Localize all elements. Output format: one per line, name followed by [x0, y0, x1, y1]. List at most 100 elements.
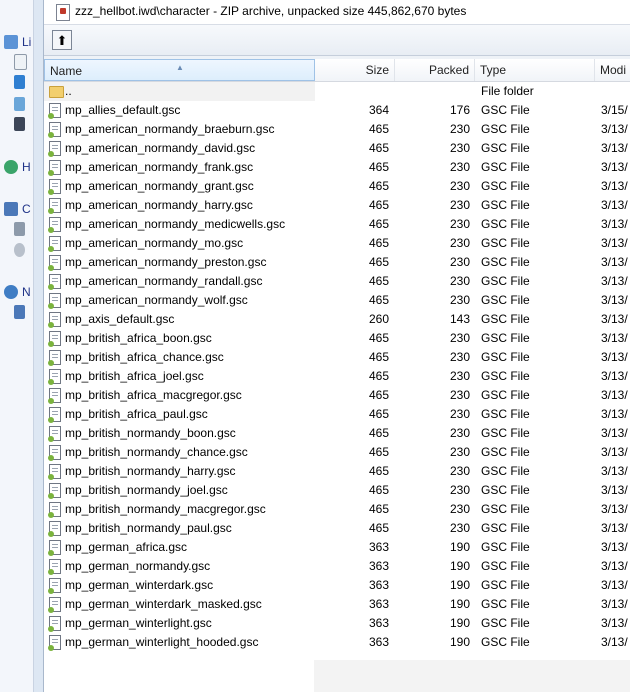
- file-type: GSC File: [481, 274, 530, 288]
- file-packed: 230: [449, 141, 470, 155]
- table-row[interactable]: mp_british_normandy_chance.gsc 465 230 GSC …: [44, 443, 630, 462]
- column-modified[interactable]: Modi: [595, 59, 630, 81]
- file-size: 363: [368, 540, 389, 554]
- parent-folder-row[interactable]: .. File folder: [44, 82, 630, 101]
- gsc-file-icon: [48, 502, 61, 518]
- table-row[interactable]: mp_british_normandy_joel.gsc 465 230 GSC Fi…: [44, 481, 630, 500]
- table-row[interactable]: mp_american_normandy_frank.gsc 465 230 GSC …: [44, 158, 630, 177]
- file-packed: 230: [449, 293, 470, 307]
- file-type: GSC File: [481, 521, 530, 535]
- file-size: 363: [368, 616, 389, 630]
- file-modified: 3/13/: [601, 635, 628, 649]
- archive-window: zzz_hellbot.iwd\character - ZIP archive,…: [44, 0, 630, 692]
- table-row[interactable]: mp_british_normandy_boon.gsc 465 230 GSC Fi…: [44, 424, 630, 443]
- file-modified: 3/13/: [601, 426, 628, 440]
- file-type: GSC File: [481, 426, 530, 440]
- file-packed: 230: [449, 445, 470, 459]
- table-row[interactable]: mp_british_africa_joel.gsc 465 230 GSC File…: [44, 367, 630, 386]
- splitter[interactable]: [34, 0, 44, 692]
- gsc-file-icon: [48, 426, 61, 442]
- table-row[interactable]: mp_british_normandy_harry.gsc 465 230 GSC F…: [44, 462, 630, 481]
- file-size: 465: [368, 502, 389, 516]
- file-type: GSC File: [481, 502, 530, 516]
- nav-label-computer[interactable]: C: [22, 202, 31, 216]
- file-packed: [395, 82, 470, 101]
- table-row[interactable]: mp_axis_default.gsc 260 143 GSC File 3/13/: [44, 310, 630, 329]
- file-size: 465: [368, 407, 389, 421]
- table-row[interactable]: mp_american_normandy_harry.gsc 465 230 GSC …: [44, 196, 630, 215]
- table-row[interactable]: mp_german_africa.gsc 363 190 GSC File 3/13/: [44, 538, 630, 557]
- gsc-file-icon: [48, 369, 61, 385]
- table-row[interactable]: mp_german_winterdark.gsc 363 190 GSC File 3/…: [44, 576, 630, 595]
- gsc-file-icon: [48, 559, 61, 575]
- computer-icon[interactable]: [4, 202, 18, 216]
- table-row[interactable]: mp_german_normandy.gsc 363 190 GSC File 3/13…: [44, 557, 630, 576]
- table-row[interactable]: mp_german_winterdark_masked.gsc 363 190 GSC…: [44, 595, 630, 614]
- table-row[interactable]: mp_american_normandy_grant.gsc 465 230 GSC …: [44, 177, 630, 196]
- file-name: mp_british_normandy_paul.gsc: [65, 521, 232, 535]
- file-packed: 190: [449, 559, 470, 573]
- up-folder-button[interactable]: ⬆: [52, 30, 72, 50]
- pictures-icon[interactable]: [14, 97, 25, 111]
- table-row[interactable]: mp_german_winterlight.gsc 363 190 GSC File 3…: [44, 614, 630, 633]
- file-modified: 3/13/: [601, 521, 628, 535]
- documents-icon[interactable]: [14, 54, 27, 70]
- table-row[interactable]: mp_american_normandy_randall.gsc 465 230 GS…: [44, 272, 630, 291]
- title-bar: zzz_hellbot.iwd\character - ZIP archive,…: [44, 0, 630, 25]
- table-row[interactable]: mp_british_africa_paul.gsc 465 230 GSC File…: [44, 405, 630, 424]
- file-size: 465: [368, 426, 389, 440]
- table-row[interactable]: mp_allies_default.gsc 364 176 GSC File 3/15/: [44, 101, 630, 120]
- drive-icon[interactable]: [14, 222, 25, 236]
- file-type: GSC File: [481, 331, 530, 345]
- table-row[interactable]: mp_american_normandy_medicwells.gsc 465 23…: [44, 215, 630, 234]
- table-row[interactable]: mp_american_normandy_mo.gsc 465 230 GSC Fil…: [44, 234, 630, 253]
- gsc-file-icon: [48, 141, 61, 157]
- column-packed[interactable]: Packed: [395, 59, 475, 81]
- table-row[interactable]: mp_american_normandy_braeburn.gsc 465 230 G…: [44, 120, 630, 139]
- file-size: 363: [368, 559, 389, 573]
- column-type[interactable]: Type: [475, 59, 595, 81]
- videos-icon[interactable]: [14, 117, 25, 131]
- table-row[interactable]: mp_british_africa_macgregor.gsc 465 230 GSC…: [44, 386, 630, 405]
- table-row[interactable]: mp_british_africa_chance.gsc 465 230 GSC Fi…: [44, 348, 630, 367]
- table-row[interactable]: mp_british_normandy_paul.gsc 465 230 GSC Fi…: [44, 519, 630, 538]
- nav-label-network[interactable]: N: [22, 285, 31, 299]
- table-row[interactable]: mp_american_normandy_preston.gsc 465 230 GS…: [44, 253, 630, 272]
- nav-label-homegroup[interactable]: H: [22, 160, 31, 174]
- file-name: mp_british_normandy_macgregor.gsc: [65, 502, 266, 516]
- gsc-file-icon: [48, 160, 61, 176]
- nav-label-libraries[interactable]: Li: [22, 35, 31, 49]
- file-packed: 230: [449, 122, 470, 136]
- table-row[interactable]: mp_american_normandy_wolf.gsc 465 230 GSC F…: [44, 291, 630, 310]
- network-icon[interactable]: [4, 285, 18, 299]
- file-packed: 230: [449, 236, 470, 250]
- dvd-drive-icon[interactable]: [14, 243, 25, 257]
- file-size: 364: [368, 103, 389, 117]
- gsc-file-icon: [48, 255, 61, 271]
- table-row[interactable]: mp_british_africa_boon.gsc 465 230 GSC File…: [44, 329, 630, 348]
- file-name: mp_allies_default.gsc: [65, 103, 181, 117]
- table-row[interactable]: mp_american_normandy_david.gsc 465 230 GSC …: [44, 139, 630, 158]
- file-name: mp_american_normandy_braeburn.gsc: [65, 122, 275, 136]
- file-name: mp_german_winterlight_hooded.gsc: [65, 635, 259, 649]
- gsc-file-icon: [48, 103, 61, 119]
- table-row[interactable]: mp_british_normandy_macgregor.gsc 465 230 G…: [44, 500, 630, 519]
- network-computer-icon[interactable]: [14, 305, 25, 319]
- table-row[interactable]: mp_german_winterlight_hooded.gsc 363 190 GS…: [44, 633, 630, 652]
- file-name: mp_american_normandy_wolf.gsc: [65, 293, 248, 307]
- homegroup-icon[interactable]: [4, 160, 18, 174]
- libraries-icon[interactable]: [4, 35, 18, 49]
- file-size: 465: [368, 141, 389, 155]
- file-modified: 3/13/: [601, 236, 628, 250]
- gsc-file-icon: [48, 122, 61, 138]
- column-size[interactable]: Size: [315, 59, 395, 81]
- file-packed: 230: [449, 502, 470, 516]
- file-name: mp_american_normandy_preston.gsc: [65, 255, 267, 269]
- file-packed: 230: [449, 217, 470, 231]
- file-type: GSC File: [481, 160, 530, 174]
- file-type: GSC File: [481, 407, 530, 421]
- music-icon[interactable]: [14, 75, 25, 89]
- file-type: GSC File: [481, 597, 530, 611]
- file-type: GSC File: [481, 616, 530, 630]
- column-name[interactable]: ▲ Name: [44, 59, 315, 81]
